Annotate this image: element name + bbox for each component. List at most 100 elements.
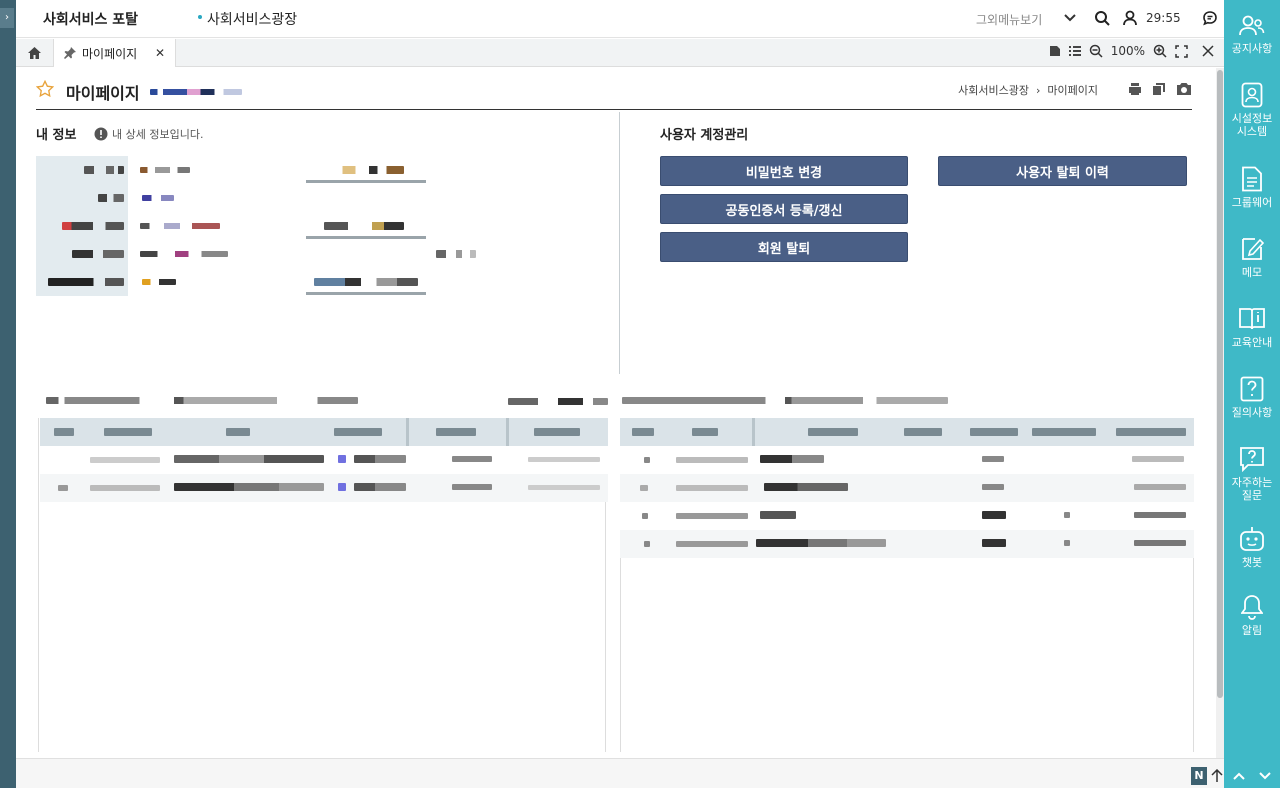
robot-icon <box>1240 527 1264 551</box>
other-menu-link[interactable]: 그외메뉴보기 <box>976 11 1042 28</box>
info-value-redacted <box>140 223 220 229</box>
info-value-redacted <box>314 278 418 286</box>
scroll-thumb[interactable] <box>1217 70 1223 698</box>
certificate-register-button[interactable]: 공동인증서 등록/갱신 <box>660 194 908 224</box>
table-row[interactable] <box>40 474 608 502</box>
page-icon[interactable] <box>1049 45 1061 57</box>
left-grid-col-redacted <box>436 428 476 436</box>
breadcrumb: 사회서비스광장 › 마이페이지 <box>958 82 1098 98</box>
quick-alarm[interactable]: 알림 <box>1224 594 1280 637</box>
question-icon <box>1240 376 1264 402</box>
book-icon <box>1239 308 1265 330</box>
quick-education-label: 교육안내 <box>1231 336 1273 349</box>
title-tools <box>1128 82 1192 96</box>
chevron-up-icon[interactable] <box>1232 771 1246 781</box>
memo-icon <box>1242 238 1264 260</box>
user-icon[interactable] <box>1122 10 1138 26</box>
info-value-redacted <box>324 222 404 230</box>
info-icon <box>94 127 108 141</box>
page-title: 마이페이지 <box>66 84 140 103</box>
left-grid-tools-redacted <box>508 398 608 405</box>
info-value-redacted <box>140 167 190 173</box>
document-icon <box>1242 166 1262 192</box>
change-password-button[interactable]: 비밀번호 변경 <box>660 156 908 186</box>
info-label-redacted <box>72 250 124 258</box>
home-tab[interactable] <box>16 39 54 66</box>
left-grid-col-redacted <box>226 428 250 436</box>
left-grid-col-redacted <box>104 428 152 436</box>
quick-chatbot-label: 챗봇 <box>1241 556 1263 569</box>
quick-inquiry-label: 질의사항 <box>1231 406 1273 419</box>
quick-chatbot[interactable]: 챗봇 <box>1224 526 1280 569</box>
people-icon <box>1239 15 1265 36</box>
info-value-redacted <box>142 279 176 285</box>
close-tab-icon[interactable]: ✕ <box>155 46 165 60</box>
table-row[interactable] <box>620 502 1194 530</box>
chevron-down-icon[interactable] <box>1062 10 1078 26</box>
left-grid-col-redacted <box>534 428 580 436</box>
new-badge-button[interactable]: N <box>1191 767 1207 785</box>
quick-groupware[interactable]: 그룹웨어 <box>1224 166 1280 209</box>
quick-memo[interactable]: 메모 <box>1224 236 1280 279</box>
pin-icon[interactable] <box>64 47 76 59</box>
quick-faq-label: 자주하는 질문 <box>1231 476 1273 502</box>
star-icon[interactable] <box>36 80 54 98</box>
vertical-scrollbar[interactable] <box>1216 68 1224 758</box>
tab-mypage[interactable]: 마이페이지 ✕ <box>54 39 176 67</box>
left-grid-col-redacted <box>334 428 382 436</box>
subtitle-dot-icon <box>198 15 202 19</box>
tab-bar: 마이페이지 ✕ 100% <box>16 39 1224 67</box>
badge-icon <box>1241 82 1263 108</box>
table-row[interactable] <box>620 446 1194 474</box>
fullscreen-icon[interactable] <box>1175 44 1188 58</box>
quick-faq[interactable]: 자주하는 질문 <box>1224 446 1280 502</box>
expand-left-icon[interactable]: › <box>0 8 14 28</box>
table-row[interactable] <box>40 446 608 474</box>
copy-icon[interactable] <box>1152 82 1166 96</box>
search-icon[interactable] <box>1094 10 1110 26</box>
arrow-up-icon[interactable] <box>1211 769 1223 783</box>
page-title-bar: 마이페이지 사회서비스광장 › 마이페이지 <box>36 78 1192 110</box>
quick-notice[interactable]: 공지사항 <box>1224 14 1280 55</box>
zoom-in-icon[interactable] <box>1153 44 1167 58</box>
close-window-icon[interactable] <box>1202 45 1214 57</box>
chevron-down-icon[interactable] <box>1258 771 1272 781</box>
print-icon[interactable] <box>1128 82 1142 96</box>
portal-brand[interactable]: 사회서비스 포탈 <box>43 9 138 29</box>
breadcrumb-root[interactable]: 사회서비스광장 <box>958 84 1029 97</box>
my-info-note-text: 내 상세 정보입니다. <box>112 128 204 141</box>
quick-education[interactable]: 교육안내 <box>1224 306 1280 349</box>
withdraw-button[interactable]: 회원 탈퇴 <box>660 232 908 262</box>
quick-facility[interactable]: 시설정보 시스템 <box>1224 82 1280 138</box>
info-value-redacted <box>316 166 404 174</box>
quick-alarm-label: 알림 <box>1241 624 1263 637</box>
info-label-redacted <box>98 194 124 202</box>
info-value-redacted <box>142 195 174 201</box>
info-value-underline <box>306 236 426 239</box>
right-grid-col-redacted <box>970 428 1018 436</box>
quick-notice-label: 공지사항 <box>1231 42 1273 55</box>
session-timer: 29:55 <box>1146 11 1181 25</box>
right-grid-col-redacted <box>808 428 858 436</box>
section-divider <box>619 112 620 374</box>
bell-icon <box>1241 595 1263 620</box>
zoom-level: 100% <box>1110 44 1145 58</box>
account-title: 사용자 계정관리 <box>660 128 749 143</box>
withdraw-history-button[interactable]: 사용자 탈퇴 이력 <box>938 156 1187 186</box>
zoom-out-icon[interactable] <box>1089 44 1103 58</box>
subtitle-label: 사회서비스광장 <box>207 12 298 28</box>
camera-icon[interactable] <box>1176 82 1192 96</box>
portal-subtitle[interactable]: 사회서비스광장 <box>198 9 297 29</box>
table-row[interactable] <box>620 530 1194 558</box>
user-name-redacted <box>150 89 242 95</box>
chat-bubble-icon[interactable] <box>1202 10 1218 26</box>
table-row[interactable] <box>620 474 1194 502</box>
info-label-redacted <box>48 278 124 286</box>
right-grid-col-redacted <box>1032 428 1096 436</box>
list-icon[interactable] <box>1068 45 1081 57</box>
my-info-note: 내 상세 정보입니다. <box>94 126 203 142</box>
quick-inquiry[interactable]: 질의사항 <box>1224 376 1280 419</box>
info-value-redacted <box>436 250 476 258</box>
right-grid-col-redacted <box>692 428 718 436</box>
right-quick-menu: 공지사항 시설정보 시스템 그룹웨어 메모 교육안내 질의사항 자주하는 질문 챗봇… <box>1224 0 1280 788</box>
